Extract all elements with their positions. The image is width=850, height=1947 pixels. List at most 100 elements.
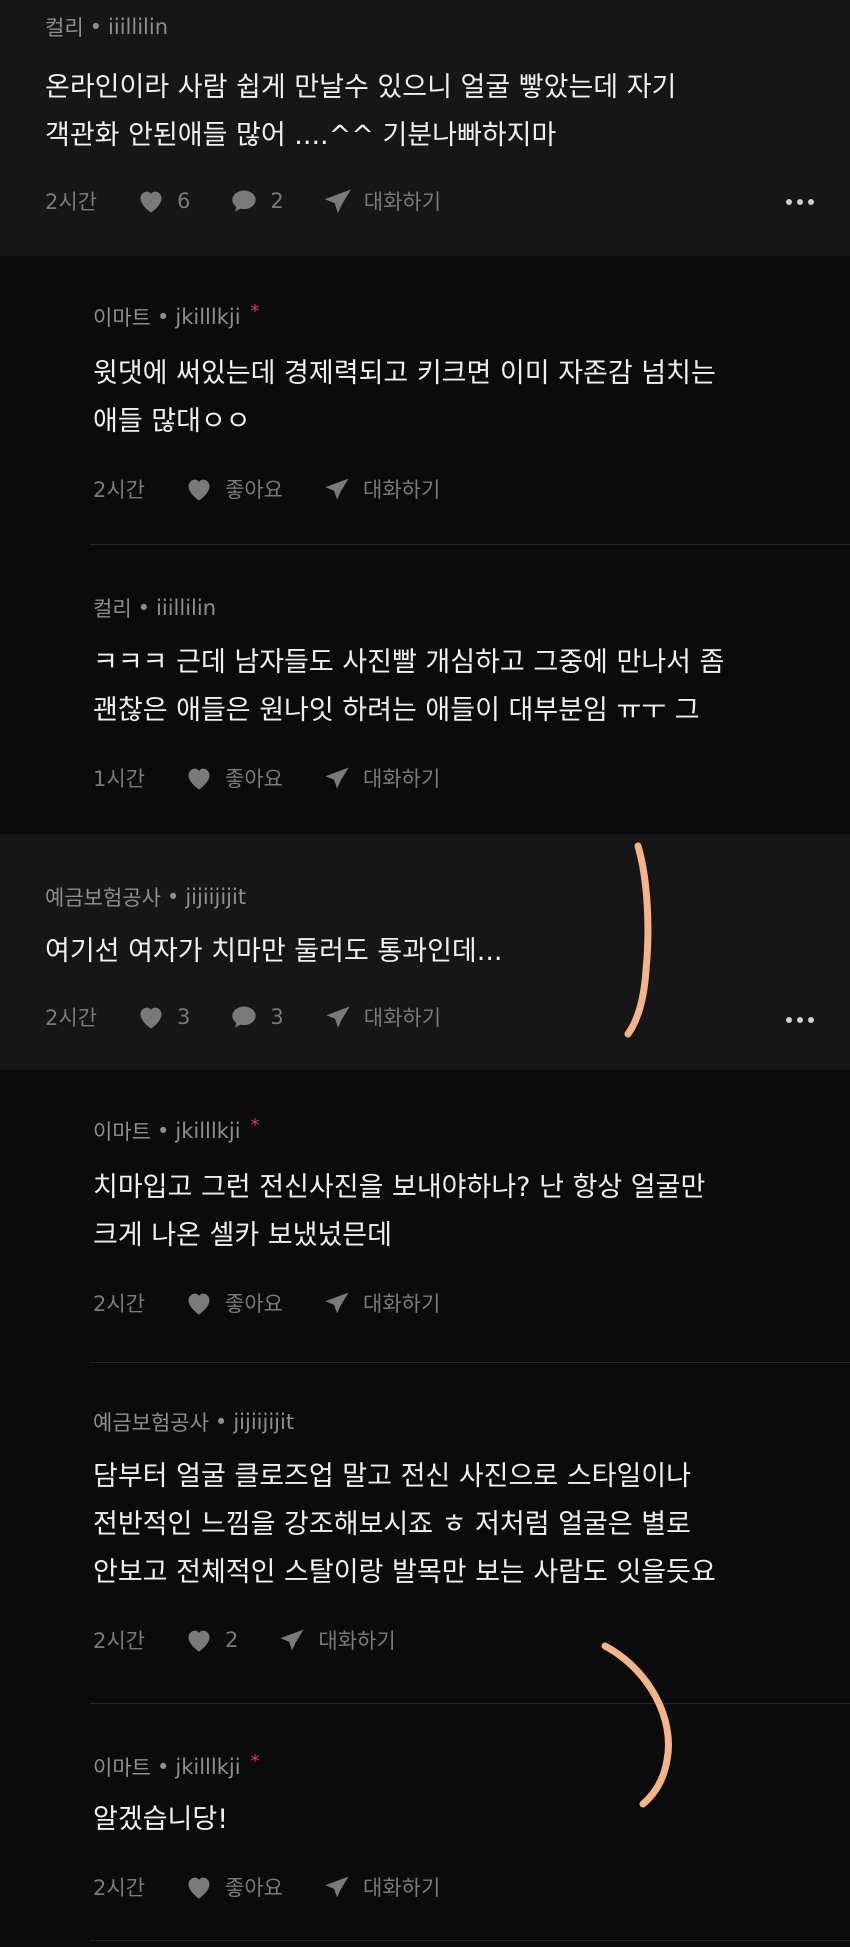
like-button[interactable]: 6 bbox=[137, 188, 190, 214]
heart-icon bbox=[188, 1293, 210, 1315]
like-button[interactable]: 좋아요 bbox=[185, 1288, 283, 1318]
author-star-icon: * bbox=[250, 1114, 260, 1136]
comment-text: 치마입고 그런 전신사진을 보내야하나? 난 항상 얼굴만 크게 나온 셀카 보… bbox=[93, 1172, 706, 1251]
separator-dot: • bbox=[156, 1119, 170, 1143]
comment-author[interactable]: 예금보험공사 • jijiijijit bbox=[45, 882, 246, 912]
chat-label: 대화하기 bbox=[362, 1292, 441, 1316]
send-icon bbox=[280, 1629, 305, 1651]
chat-button[interactable]: 대화하기 bbox=[323, 1288, 440, 1318]
heart-icon bbox=[188, 1877, 210, 1899]
reply-count: 3 bbox=[270, 1005, 284, 1029]
author-star-icon: * bbox=[250, 300, 260, 322]
time-label: 2시간 bbox=[93, 1629, 146, 1653]
author-username: jkilllkji bbox=[175, 1119, 241, 1143]
chat-label: 대화하기 bbox=[318, 1629, 396, 1653]
comment-author[interactable]: 이마트 • jkilllkji * bbox=[93, 300, 260, 332]
chat-label: 대화하기 bbox=[363, 1006, 442, 1030]
like-count: 3 bbox=[177, 1005, 191, 1029]
divider bbox=[90, 1940, 850, 1941]
comment-text: 온라인이라 사람 쉽게 만날수 있으니 얼굴 빻았는데 자기 객관화 안된애들 … bbox=[45, 72, 677, 151]
heart-icon bbox=[188, 768, 210, 790]
reply-2: 컬리 • iiillilin ㅋㅋㅋ 근데 남자들도 사진빨 개심하고 그중에 … bbox=[0, 545, 850, 832]
comment-text: 여기선 여자가 치마만 둘러도 통과인데... bbox=[45, 936, 503, 967]
reply-count-button[interactable]: 2 bbox=[230, 188, 284, 214]
like-label: 좋아요 bbox=[225, 1292, 283, 1316]
comment-actions: 1시간 좋아요 대화하기 bbox=[93, 763, 480, 793]
time-label: 1시간 bbox=[93, 767, 146, 791]
separator-dot: • bbox=[156, 305, 170, 329]
comment-actions: 2시간 6 2 대화하기 bbox=[45, 186, 481, 216]
reply-1: 이마트 • jkilllkji * 윗댓에 써있는데 경제력되고 키크면 이미 … bbox=[0, 256, 850, 544]
like-label: 좋아요 bbox=[225, 1876, 283, 1900]
author-nickname: 컬리 bbox=[93, 597, 132, 621]
author-nickname: 이마트 bbox=[93, 306, 151, 330]
speech-bubble-icon bbox=[232, 1006, 257, 1028]
comment-author[interactable]: 예금보험공사 • jijiijijit bbox=[93, 1407, 294, 1437]
chat-label: 대화하기 bbox=[362, 1876, 441, 1900]
chat-button[interactable]: 대화하기 bbox=[323, 1872, 440, 1902]
reply-3: 이마트 • jkilllkji * 치마입고 그런 전신사진을 보내야하나? 난… bbox=[0, 1070, 850, 1362]
author-nickname: 이마트 bbox=[93, 1120, 151, 1144]
author-username: jkilllkji bbox=[175, 305, 241, 329]
time-label: 2시간 bbox=[93, 1876, 146, 1900]
reply-count-button[interactable]: 3 bbox=[230, 1004, 284, 1030]
time-label: 2시간 bbox=[45, 190, 98, 214]
send-icon bbox=[325, 1292, 349, 1314]
heart-icon bbox=[188, 1630, 210, 1652]
chat-label: 대화하기 bbox=[362, 767, 441, 791]
comment-actions: 2시간 2 대화하기 bbox=[93, 1625, 436, 1655]
send-icon bbox=[325, 478, 349, 500]
comment-text: 알겠습니당! bbox=[93, 1804, 229, 1835]
comment-author[interactable]: 이마트 • jkilllkji * bbox=[93, 1750, 260, 1782]
chat-button[interactable]: 대화하기 bbox=[324, 1002, 441, 1032]
author-nickname: 컬리 bbox=[45, 16, 84, 40]
chat-label: 대화하기 bbox=[363, 190, 442, 214]
comment-author[interactable]: 컬리 • iiillilin bbox=[93, 593, 216, 623]
send-icon bbox=[325, 767, 349, 789]
heart-icon bbox=[188, 479, 210, 501]
author-nickname: 이마트 bbox=[93, 1756, 151, 1780]
reply-5: 이마트 • jkilllkji * 알겠습니당! 2시간 좋아요 대화하기 bbox=[0, 1704, 850, 1947]
comment-text: 담부터 얼굴 클로즈업 말고 전신 사진으로 스타일이나 전반적인 느낌을 강조… bbox=[93, 1461, 716, 1588]
chat-label: 대화하기 bbox=[362, 478, 441, 502]
comment-author[interactable]: 컬리 • iiillilin bbox=[45, 12, 168, 42]
more-options-icon[interactable] bbox=[786, 1017, 814, 1023]
chat-button[interactable]: 대화하기 bbox=[278, 1625, 396, 1655]
separator-dot: • bbox=[137, 596, 151, 620]
author-nickname: 예금보험공사 bbox=[93, 1411, 209, 1435]
like-button[interactable]: 좋아요 bbox=[185, 474, 283, 504]
comment-actions: 2시간 좋아요 대화하기 bbox=[93, 1872, 480, 1902]
comment-actions: 2시간 좋아요 대화하기 bbox=[93, 474, 480, 504]
like-button[interactable]: 좋아요 bbox=[185, 1872, 283, 1902]
time-label: 2시간 bbox=[93, 478, 146, 502]
author-star-icon: * bbox=[250, 1750, 260, 1772]
like-button[interactable]: 3 bbox=[137, 1004, 190, 1030]
chat-button[interactable]: 대화하기 bbox=[324, 186, 441, 216]
author-nickname: 예금보험공사 bbox=[45, 886, 161, 910]
separator-dot: • bbox=[156, 1755, 170, 1779]
more-options-icon[interactable] bbox=[786, 199, 814, 205]
chat-button[interactable]: 대화하기 bbox=[323, 763, 440, 793]
author-username: jkilllkji bbox=[175, 1755, 241, 1779]
reply-4: 예금보험공사 • jijiijijit 담부터 얼굴 클로즈업 말고 전신 사진… bbox=[0, 1363, 850, 1703]
send-icon bbox=[326, 1006, 350, 1028]
separator-dot: • bbox=[214, 1410, 228, 1434]
reply-count: 2 bbox=[270, 189, 284, 213]
chat-button[interactable]: 대화하기 bbox=[323, 474, 440, 504]
author-username: iiillilin bbox=[156, 596, 217, 620]
author-username: jijiijijit bbox=[233, 1410, 295, 1434]
like-button[interactable]: 2 bbox=[185, 1627, 238, 1653]
separator-dot: • bbox=[89, 15, 103, 39]
comment-author[interactable]: 이마트 • jkilllkji * bbox=[93, 1114, 260, 1146]
like-count: 2 bbox=[225, 1628, 239, 1652]
comment-text: ㅋㅋㅋ 근데 남자들도 사진빨 개심하고 그중에 만나서 좀 괜찮은 애들은 원… bbox=[93, 647, 725, 726]
like-button[interactable]: 좋아요 bbox=[185, 763, 283, 793]
comment-text: 윗댓에 써있는데 경제력되고 키크면 이미 자존감 넘치는 애들 많대ㅇㅇ bbox=[93, 358, 716, 437]
author-username: iiillilin bbox=[108, 15, 169, 39]
comment-top-2: 예금보험공사 • jijiijijit 여기선 여자가 치마만 둘러도 통과인데… bbox=[0, 834, 850, 1070]
like-label: 좋아요 bbox=[225, 767, 283, 791]
time-label: 2시간 bbox=[45, 1006, 98, 1030]
heart-icon bbox=[140, 1007, 162, 1029]
heart-icon bbox=[140, 191, 162, 213]
send-icon bbox=[324, 189, 351, 214]
